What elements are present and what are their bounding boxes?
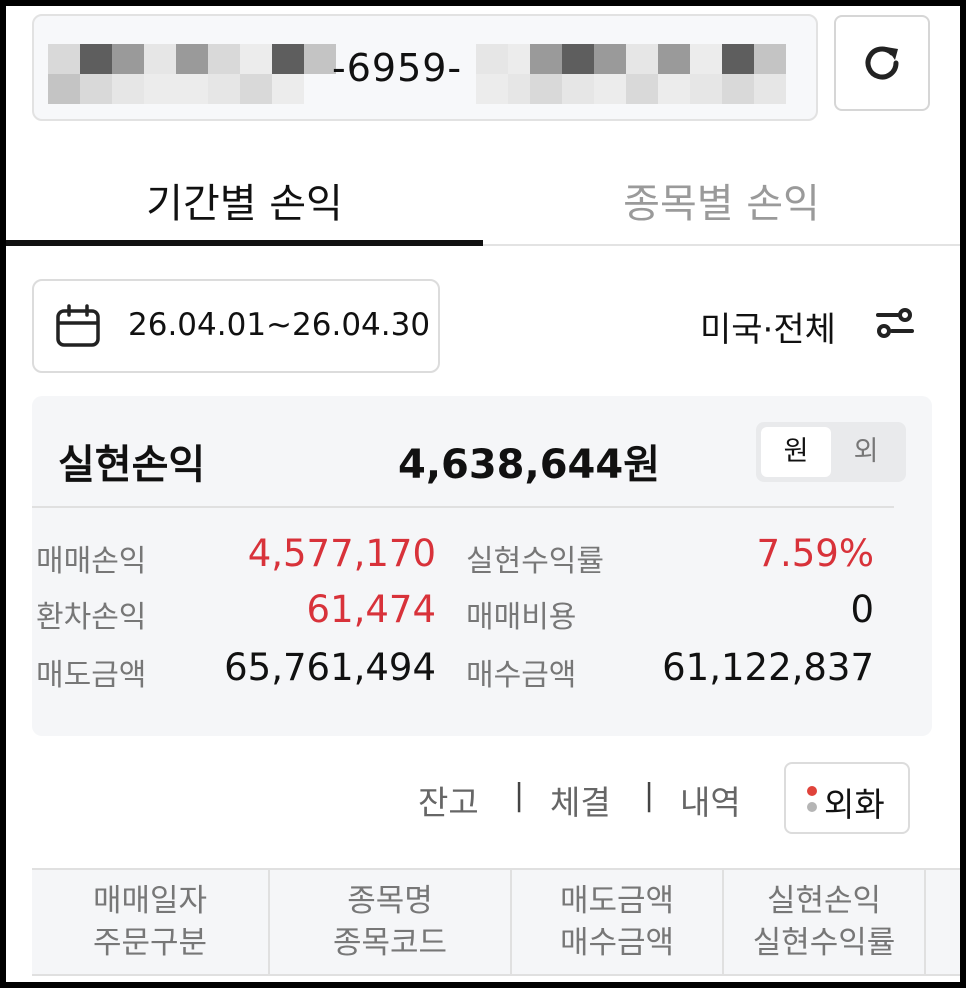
tab-divider bbox=[483, 244, 960, 246]
app-frame: -6959- 기간별 손익 종목별 손익 26.04.01~26.04.30 미… bbox=[6, 6, 960, 982]
calendar-icon bbox=[56, 304, 100, 347]
tab-stock-pnl[interactable]: 종목별 손익 bbox=[483, 156, 960, 252]
summary-value: 4,638,644원 bbox=[397, 442, 660, 488]
column-header-line: 종목코드 bbox=[332, 925, 448, 961]
trade-pnl-label: 매매손익 bbox=[36, 544, 147, 579]
fx-button[interactable]: 외화 bbox=[784, 762, 910, 834]
refresh-icon bbox=[865, 46, 899, 80]
active-tab-indicator bbox=[6, 240, 483, 246]
trade-pnl-value: 4,577,170 bbox=[247, 532, 436, 575]
account-number-visible: -6959- bbox=[332, 46, 463, 90]
column-header-line: 주문구분 bbox=[92, 925, 208, 961]
buy-amount-value: 61,122,837 bbox=[662, 646, 874, 689]
return-rate-label: 실현수익률 bbox=[466, 544, 604, 579]
currency-option-foreign[interactable]: 외 bbox=[831, 427, 901, 477]
fx-button-label: 외화 bbox=[824, 785, 885, 824]
market-filter-label[interactable]: 미국·전체 bbox=[700, 302, 836, 351]
date-range-picker[interactable]: 26.04.01~26.04.30 bbox=[32, 279, 440, 373]
date-range-text: 26.04.01~26.04.30 bbox=[128, 307, 431, 343]
column-header-pnl[interactable]: 실현손익 실현수익률 bbox=[724, 870, 924, 974]
return-rate-value: 7.59% bbox=[756, 532, 874, 575]
buy-amount-label: 매수금액 bbox=[466, 658, 577, 693]
filter-sliders-icon[interactable] bbox=[874, 302, 916, 344]
column-header-stock[interactable]: 종목명 종목코드 bbox=[270, 870, 510, 974]
column-header-line: 실현손익 bbox=[766, 883, 882, 919]
link-separator: | bbox=[514, 778, 525, 813]
column-header-line: 종목명 bbox=[347, 883, 433, 919]
column-header-line: 매수금액 bbox=[559, 925, 675, 961]
currency-option-krw[interactable]: 원 bbox=[761, 427, 831, 477]
fx-pnl-label: 환차손익 bbox=[36, 600, 147, 635]
realized-pnl-summary: 실현손익 4,638,644원 원 외 매매손익 4,577,170 실현수익률… bbox=[32, 396, 932, 736]
tab-period-pnl[interactable]: 기간별 손익 bbox=[6, 156, 483, 252]
summary-divider bbox=[32, 506, 894, 508]
account-selector[interactable]: -6959- bbox=[32, 14, 818, 121]
sell-amount-label: 매도금액 bbox=[36, 658, 147, 693]
link-executions[interactable]: 체결 bbox=[550, 776, 611, 824]
refresh-button[interactable] bbox=[834, 15, 930, 111]
status-dots-icon bbox=[807, 786, 817, 812]
column-header-date[interactable]: 매매일자 주문구분 bbox=[32, 870, 268, 974]
summary-title: 실현손익 bbox=[58, 442, 206, 488]
trade-cost-value: 0 bbox=[850, 588, 874, 631]
column-header-line: 매도금액 bbox=[559, 883, 675, 919]
fx-pnl-value: 61,474 bbox=[306, 588, 436, 631]
trade-cost-label: 매매비용 bbox=[466, 600, 577, 635]
column-header-line: 실현수익률 bbox=[752, 925, 896, 961]
column-header-amount[interactable]: 매도금액 매수금액 bbox=[512, 870, 722, 974]
column-header-line: 매매일자 bbox=[92, 883, 208, 919]
column-divider bbox=[924, 870, 926, 974]
link-balance[interactable]: 잔고 bbox=[418, 776, 479, 824]
link-separator: | bbox=[644, 778, 655, 813]
table-header: 매매일자 주문구분 종목명 종목코드 매도금액 매수금액 실현손익 실현수익률 bbox=[32, 868, 960, 976]
currency-toggle[interactable]: 원 외 bbox=[756, 422, 906, 482]
link-history[interactable]: 내역 bbox=[680, 776, 741, 824]
tab-bar: 기간별 손익 종목별 손익 bbox=[6, 156, 960, 252]
sell-amount-value: 65,761,494 bbox=[224, 646, 436, 689]
